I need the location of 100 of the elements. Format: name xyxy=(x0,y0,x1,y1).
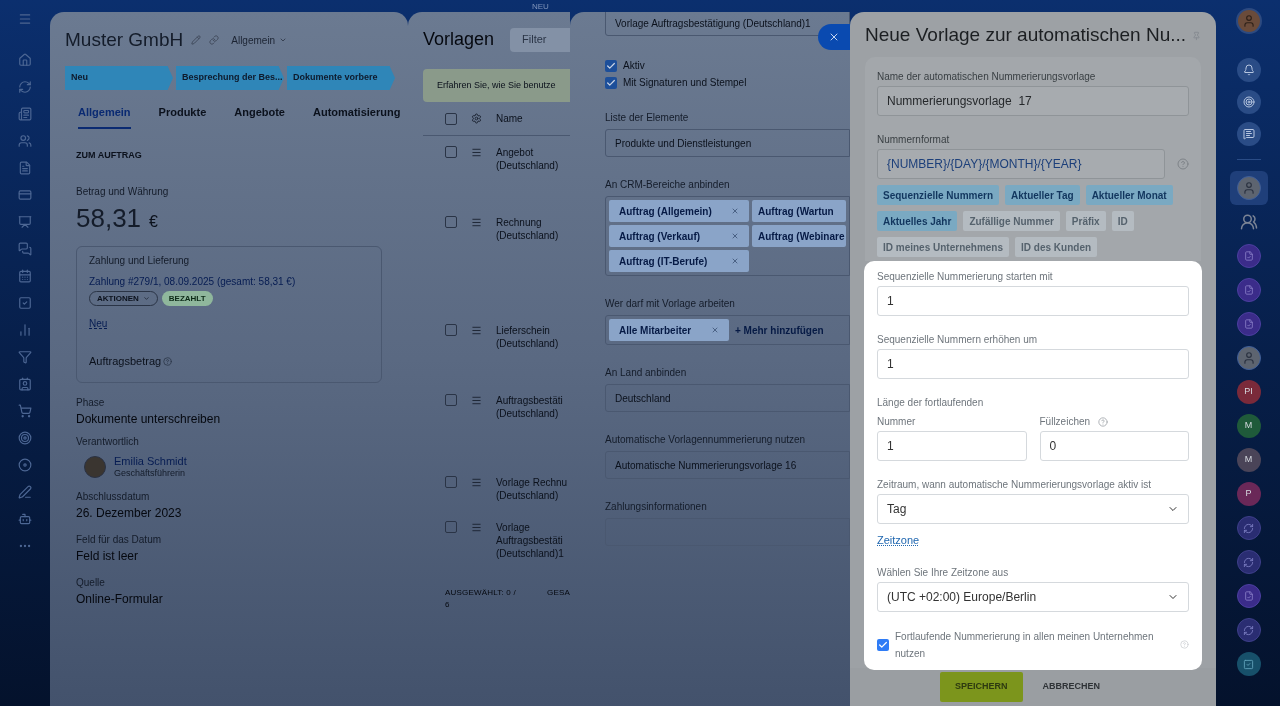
drag-handle-icon[interactable] xyxy=(471,477,482,488)
input-field[interactable]: 1 xyxy=(877,349,1189,380)
pipeline-stage[interactable]: Dokumente vorbere xyxy=(287,66,395,90)
person-name[interactable]: Emilia Schmidt xyxy=(114,454,187,468)
card-icon[interactable] xyxy=(18,188,32,202)
tab[interactable]: Angebote xyxy=(234,104,285,129)
initials-avatar[interactable]: M xyxy=(1236,414,1261,438)
chart-icon[interactable] xyxy=(18,323,32,337)
filter-field[interactable]: Filter xyxy=(510,27,570,52)
template-name[interactable]: Auftragsbestäti xyxy=(496,394,563,407)
template-name[interactable]: Auftragsbestäti xyxy=(496,534,564,547)
template-name[interactable]: (Deutschland)1 xyxy=(496,547,564,560)
notifications-button[interactable] xyxy=(1236,58,1261,82)
chat-slot[interactable]: M xyxy=(1229,409,1268,443)
remove-icon[interactable] xyxy=(731,257,739,265)
task-chat-icon[interactable] xyxy=(1236,652,1261,676)
view-dropdown[interactable]: Allgemein xyxy=(231,32,288,48)
tab[interactable]: Allgemein xyxy=(78,104,131,129)
checkbox[interactable] xyxy=(877,638,889,651)
disc-icon[interactable] xyxy=(18,458,32,472)
remove-icon[interactable] xyxy=(731,232,739,240)
sign-icon[interactable] xyxy=(18,485,32,499)
contact-card-icon[interactable] xyxy=(18,377,32,391)
token-button[interactable]: Präfix xyxy=(1065,211,1106,232)
app-chat-icon[interactable] xyxy=(1236,278,1261,302)
template-name[interactable]: Vorlage Rechnu xyxy=(496,476,568,489)
channel-icon[interactable] xyxy=(1236,550,1261,574)
news-icon[interactable] xyxy=(18,107,32,121)
drag-handle-icon[interactable] xyxy=(471,217,482,228)
initials-avatar[interactable]: P xyxy=(1236,482,1261,506)
app-chat-icon[interactable] xyxy=(1236,312,1261,336)
help-icon[interactable] xyxy=(1098,416,1109,427)
save-button[interactable]: SPEICHERN xyxy=(940,671,1023,702)
template-name[interactable]: (Deutschland) xyxy=(496,337,559,350)
messages-button[interactable] xyxy=(1236,122,1261,146)
target-icon[interactable] xyxy=(18,431,32,445)
template-name[interactable]: (Deutschland) xyxy=(496,159,559,172)
input-field[interactable]: 1 xyxy=(877,431,1027,462)
input-field[interactable]: Nummerierungsvorlage 17 xyxy=(877,86,1189,117)
chat-slot[interactable]: P xyxy=(1229,477,1268,511)
checkbox[interactable] xyxy=(445,216,457,228)
new-link[interactable]: Neu xyxy=(89,316,108,331)
template-name[interactable]: Angebot xyxy=(496,146,559,159)
checkbox[interactable] xyxy=(605,76,617,89)
payment-link[interactable]: Zahlung #279/1, 08.09.2025 (gesamt: 58,31 €) xyxy=(89,274,296,289)
document-icon[interactable] xyxy=(18,161,32,175)
token-button[interactable]: Aktueller Tag xyxy=(1005,185,1080,206)
link-icon[interactable] xyxy=(209,35,220,45)
checkbox[interactable] xyxy=(445,146,457,158)
period-dropdown[interactable]: Tag xyxy=(877,494,1189,525)
help-icon[interactable] xyxy=(163,356,173,366)
drag-handle-icon[interactable] xyxy=(471,325,482,336)
input-field[interactable]: {NUMBER}/{DAY}/{MONTH}/{YEAR} xyxy=(877,149,1165,180)
pipeline-stage[interactable]: Neu xyxy=(65,66,173,90)
chat-slot[interactable] xyxy=(1229,171,1268,205)
template-name[interactable]: Rechnung xyxy=(496,216,559,229)
help-icon[interactable] xyxy=(1177,158,1189,171)
people-field[interactable]: Alle Mitarbeiter + Mehr hinzufügen xyxy=(605,315,850,345)
input-field[interactable]: Automatische Nummerierungsvorlage 16 xyxy=(605,451,850,479)
checkbox[interactable] xyxy=(445,476,457,488)
cancel-button[interactable]: ABBRECHEN xyxy=(1036,671,1106,702)
checkbox[interactable] xyxy=(445,324,457,336)
checkbox[interactable] xyxy=(445,521,457,533)
calendar-icon[interactable] xyxy=(18,269,32,283)
tab[interactable]: Produkte xyxy=(158,104,207,129)
initials-avatar[interactable]: PI xyxy=(1236,380,1261,404)
input-field[interactable] xyxy=(605,518,850,546)
app-chat-icon[interactable] xyxy=(1236,584,1261,608)
timezone-link[interactable]: Zeitzone xyxy=(877,532,920,549)
channel-icon[interactable] xyxy=(1236,516,1261,540)
people-icon[interactable] xyxy=(18,134,32,148)
timezone-dropdown[interactable]: (UTC +02:00) Europe/Berlin xyxy=(877,581,1189,612)
cycle-icon[interactable] xyxy=(18,80,32,94)
robot-icon[interactable] xyxy=(18,512,32,526)
template-name[interactable]: (Deutschland) xyxy=(496,407,563,420)
remove-icon[interactable] xyxy=(731,207,739,215)
avatar[interactable] xyxy=(1236,346,1261,370)
token-button[interactable]: ID xyxy=(1111,211,1134,232)
drag-handle-icon[interactable] xyxy=(471,522,482,533)
board-icon[interactable] xyxy=(18,215,32,229)
edit-icon[interactable] xyxy=(191,35,202,45)
remove-icon[interactable] xyxy=(711,326,719,334)
template-name[interactable]: Lieferschein xyxy=(496,324,559,337)
task-icon[interactable] xyxy=(18,296,32,310)
tab[interactable]: Automatisierung xyxy=(313,104,401,129)
chat-slot[interactable]: PI xyxy=(1229,375,1268,409)
token-button[interactable]: Aktueller Monat xyxy=(1085,185,1173,206)
avatar[interactable] xyxy=(1236,176,1261,200)
app-chat-icon[interactable] xyxy=(1236,244,1261,268)
pipeline-stage[interactable]: Besprechung der Bes... xyxy=(176,66,284,90)
tag-field[interactable]: Auftrag (Allgemein) Auftrag (Wartun Auftrag (Verkauf) Auftrag (Webinare Auftrag (IT-Berufe) xyxy=(605,196,850,276)
funnel-icon[interactable] xyxy=(18,350,32,364)
template-name[interactable]: (Deutschland) xyxy=(496,489,568,502)
drag-handle-icon[interactable] xyxy=(471,147,482,158)
checkbox[interactable] xyxy=(445,394,457,406)
template-name[interactable]: Vorlage xyxy=(496,521,564,534)
input-field[interactable]: Deutschland xyxy=(605,384,850,412)
add-more-link[interactable]: + Mehr hinzufügen xyxy=(735,322,824,338)
token-button[interactable]: ID des Kunden xyxy=(1015,237,1098,258)
drag-handle-icon[interactable] xyxy=(471,395,482,406)
